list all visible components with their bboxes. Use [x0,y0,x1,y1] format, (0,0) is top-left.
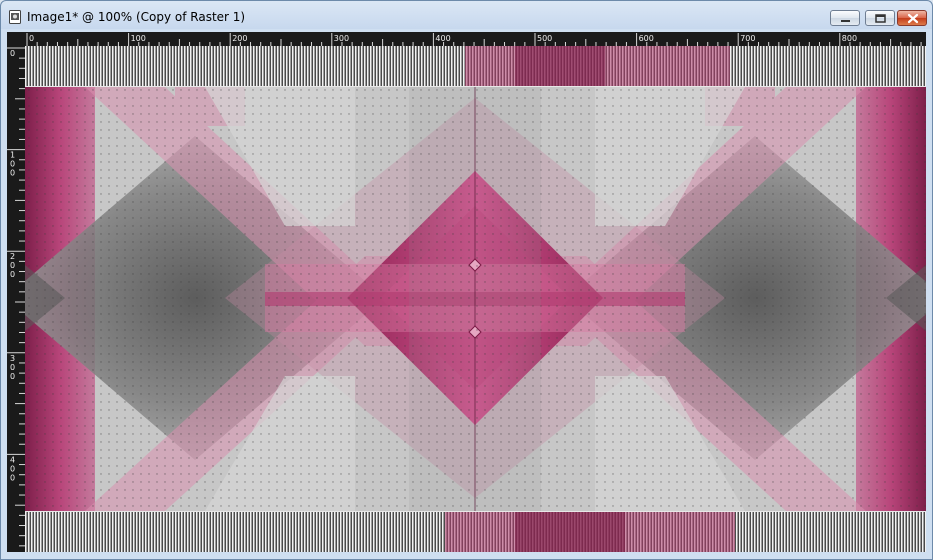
ruler-v-label: 0 [10,49,15,58]
kaleidoscope-pattern [7,87,926,511]
ruler-v-label: 4 [10,455,15,464]
image-window: Image1* @ 100% (Copy of Raster 1) 0 100 20… [0,0,933,560]
maximize-button[interactable] [865,10,895,26]
image-document-icon [9,10,21,24]
ruler-h-label: 300 [334,34,349,43]
close-button[interactable] [897,10,927,26]
top-stripe-band [25,46,926,87]
horizontal-ruler[interactable]: 0 100 200 300 400 500 600 700 800 [25,32,926,47]
ruler-v-label: 2 [10,252,15,261]
minimize-icon [841,20,850,22]
ruler-h-label: 400 [435,34,450,43]
maximize-icon [875,14,886,23]
close-icon [907,13,919,24]
ruler-corner [7,32,25,46]
ruler-v-label: 0 [10,270,15,279]
ruler-h-label: 500 [537,34,552,43]
image-canvas[interactable] [7,46,926,552]
ruler-v-label: 0 [10,473,15,482]
ruler-v-label: 1 [10,151,15,160]
minimize-button[interactable] [830,10,860,26]
window-title: Image1* @ 100% (Copy of Raster 1) [27,10,246,24]
document-client-area: 0 100 200 300 400 500 600 700 800 0100200300400 [7,32,926,552]
ruler-v-label: 3 [10,354,15,363]
ruler-h-label: 100 [131,34,146,43]
ruler-v-label: 0 [10,464,15,473]
ruler-h-label: 700 [740,34,755,43]
ruler-v-label: 0 [10,160,15,169]
ruler-v-label: 0 [10,372,15,381]
ruler-h-label: 800 [842,34,857,43]
bottom-stripe-band [25,511,926,552]
ruler-h-label: 600 [639,34,654,43]
vertical-ruler[interactable]: 0100200300400 [7,46,25,552]
title-bar[interactable]: Image1* @ 100% (Copy of Raster 1) [1,1,932,32]
ruler-v-label: 0 [10,261,15,270]
ruler-v-label: 0 [10,363,15,372]
ruler-v-label: 0 [10,169,15,178]
ruler-h-label: 200 [232,34,247,43]
ruler-h-label: 0 [29,34,34,43]
